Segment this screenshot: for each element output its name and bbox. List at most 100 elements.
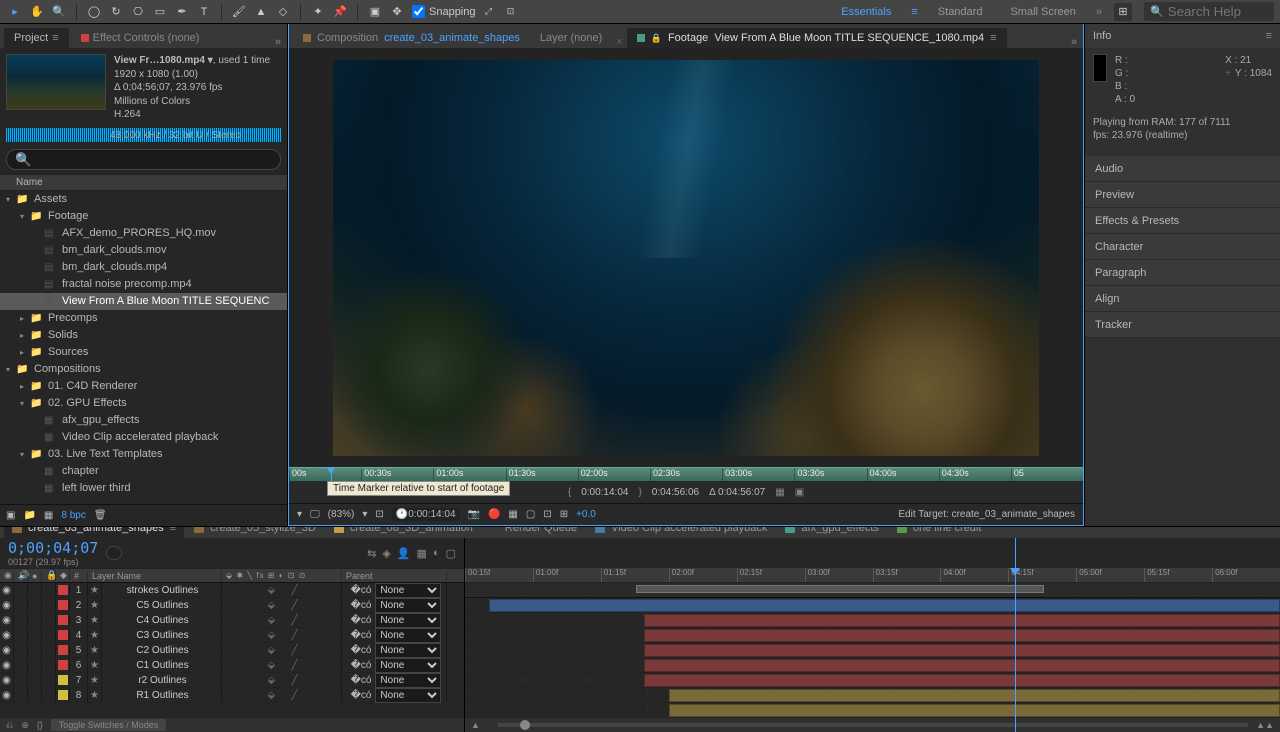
tree-item[interactable]: ▤fractal noise precomp.mp4 (0, 276, 287, 293)
composition-tab[interactable]: Composition create_03_animate_shapes (293, 28, 530, 48)
sync-settings-icon[interactable]: ⊞ (1114, 3, 1132, 21)
snap-opt-icon[interactable]: ⤢ (480, 3, 498, 21)
timeline-cti[interactable] (1015, 538, 1016, 732)
workspace-standard[interactable]: Standard (930, 4, 991, 20)
always-preview-icon[interactable]: 🖵 (310, 509, 320, 520)
tree-item[interactable]: ▸📁01. C4D Renderer (0, 378, 287, 395)
timeline-zoom-slider[interactable] (498, 723, 1248, 727)
tree-item[interactable]: ▾📁Footage (0, 208, 287, 225)
help-search-input[interactable] (1168, 4, 1268, 19)
tree-item[interactable]: ▦Video Clip accelerated playback (0, 429, 287, 446)
timeline-tab[interactable]: Render Queue (483, 527, 585, 538)
transparency-grid-icon[interactable]: ▦ (508, 509, 517, 520)
col-parent[interactable]: Parent (342, 571, 447, 581)
snap-opt2-icon[interactable]: ⊡ (502, 3, 520, 21)
delete-icon[interactable]: 🗑 (94, 510, 107, 521)
frame-blend-icon[interactable]: ▦ (417, 547, 427, 560)
tree-item[interactable]: ▤AFX_demo_PRORES_HQ.mov (0, 225, 287, 242)
viewer-overflow-icon[interactable]: » (1071, 36, 1083, 48)
puppet-tool-icon[interactable]: 📌 (331, 3, 349, 21)
timeline-tab[interactable]: create_05_stylize_3D (186, 527, 324, 538)
ripple-insert-icon[interactable]: ▦ (775, 487, 784, 498)
new-comp-icon[interactable]: ▦ (44, 510, 53, 521)
tree-item[interactable]: ▤bm_dark_clouds.mp4 (0, 259, 287, 276)
footage-tab[interactable]: 🔒Footage View From A Blue Moon TITLE SEQ… (627, 28, 1007, 48)
col-audio[interactable]: 🔊 (14, 570, 28, 581)
tree-item[interactable]: ▦afx_gpu_effects (0, 412, 287, 429)
workspace-overflow-icon[interactable]: » (1096, 6, 1102, 18)
layer-row[interactable]: ◉ 5 ★ C2 Outlines ⬙ ╱ �cóNone (0, 643, 464, 658)
selection-tool-icon[interactable]: ▸ (6, 3, 24, 21)
help-search[interactable]: 🔍 (1144, 2, 1274, 21)
comp-mini-flowchart-icon[interactable]: ⇆ (367, 547, 376, 560)
channel-icon[interactable]: 🔴 (488, 509, 500, 520)
pen-tool-icon[interactable]: ✒ (173, 3, 191, 21)
eraser-tool-icon[interactable]: ◇ (274, 3, 292, 21)
zoom-tool-icon[interactable]: 🔍 (50, 3, 68, 21)
axis-tool-icon[interactable]: ✥ (388, 3, 406, 21)
out-point-icon[interactable]: } (638, 487, 641, 498)
tree-item[interactable]: ▸📁Solids (0, 327, 287, 344)
panel-paragraph[interactable]: Paragraph (1085, 260, 1280, 286)
panel-overflow-icon[interactable]: » (275, 36, 287, 48)
type-tool-icon[interactable]: T (195, 3, 213, 21)
col-solo[interactable]: ● (28, 571, 42, 581)
exposure-value[interactable]: +0.0 (576, 509, 596, 520)
timeline-tab[interactable]: Video Clip accelerated playback (587, 527, 775, 538)
panel-character[interactable]: Character (1085, 234, 1280, 260)
timecode-box[interactable]: 🕐0:00:14:04 (392, 508, 460, 521)
shy-icon[interactable]: 👤 (397, 547, 411, 560)
tree-item[interactable]: ▾📁Assets (0, 191, 287, 208)
timeline-tab[interactable]: create_03_animate_shapes ≡ (4, 527, 184, 538)
footage-ruler[interactable]: Time Marker relative to start of footage… (289, 467, 1083, 481)
tree-item[interactable]: ▸📁Precomps (0, 310, 287, 327)
anchor-tool-icon[interactable]: ⎔ (129, 3, 147, 21)
info-tab[interactable]: Info (1093, 30, 1111, 42)
panel-effects-presets[interactable]: Effects & Presets (1085, 208, 1280, 234)
timeline-ruler[interactable]: 00:15f01:00f01:15f02:00f02:15f03:00f03:1… (465, 568, 1280, 583)
info-menu-icon[interactable]: ≡ (1266, 30, 1272, 42)
clone-tool-icon[interactable]: ▲ (252, 3, 270, 21)
panel-align[interactable]: Align (1085, 286, 1280, 312)
col-video[interactable]: ◉ (0, 570, 14, 581)
layer-row[interactable]: ◉ 7 ★ r2 Outlines ⬙ ╱ �cóNone (0, 673, 464, 688)
col-lock[interactable]: 🔒 (42, 570, 56, 581)
tree-item[interactable]: ▸📁Sources (0, 344, 287, 361)
tree-item[interactable]: ▦chapter (0, 463, 287, 480)
timeline-tab[interactable]: create_08_3D_animation (326, 527, 481, 538)
project-tab[interactable]: Project ≡ (4, 28, 69, 48)
tree-item[interactable]: ▾📁03. Live Text Templates (0, 446, 287, 463)
panel-tracker[interactable]: Tracker (1085, 312, 1280, 338)
col-index[interactable]: # (70, 571, 88, 581)
resolution-icon[interactable]: ⊡ (375, 509, 383, 520)
tree-item[interactable]: ▾📁02. GPU Effects (0, 395, 287, 412)
mask-icon[interactable]: ▢ (526, 509, 535, 520)
ruler-cti[interactable] (331, 468, 332, 481)
workspace-menu-icon[interactable]: ≡ (911, 6, 917, 18)
in-point-icon[interactable]: { (568, 487, 571, 498)
layer-row[interactable]: ◉ 6 ★ C1 Outlines ⬙ ╱ �cóNone (0, 658, 464, 673)
hand-tool-icon[interactable]: ✋ (28, 3, 46, 21)
rotate-tool-icon[interactable]: ↻ (107, 3, 125, 21)
interpret-footage-icon[interactable]: ▣ (6, 510, 15, 521)
overlay-edit-icon[interactable]: ▣ (795, 487, 804, 498)
col-layer-name[interactable]: Layer Name (88, 571, 222, 581)
layer-row[interactable]: ◉ 3 ★ C4 Outlines ⬙ ╱ �cóNone (0, 613, 464, 628)
frame-blend-row-icon[interactable]: {} (37, 720, 43, 730)
tree-item[interactable]: ▤View From A Blue Moon TITLE SEQUENC (0, 293, 287, 310)
snapshot-icon[interactable]: 📷 (468, 509, 480, 520)
region-icon[interactable]: ⊡ (543, 509, 551, 520)
project-search-input[interactable] (6, 149, 281, 170)
layer-row[interactable]: ◉ 8 ★ R1 Outlines ⬙ ╱ �cóNone (0, 688, 464, 703)
orbit-tool-icon[interactable]: ◯ (85, 3, 103, 21)
snapping-toggle[interactable]: Snapping ⤢ ⊡ (412, 3, 520, 21)
viewer-area[interactable] (289, 48, 1083, 467)
layer-tab[interactable]: Layer (none) (530, 28, 612, 48)
toggle-switches-button[interactable]: Toggle Switches / Modes (51, 719, 167, 731)
layer-row[interactable]: ◉ 4 ★ C3 Outlines ⬙ ╱ �cóNone (0, 628, 464, 643)
timeline-timecode[interactable]: 0;00;04;07 (8, 539, 98, 557)
mesh-tool-icon[interactable]: ▣ (366, 3, 384, 21)
rect-tool-icon[interactable]: ▭ (151, 3, 169, 21)
workspace-essentials[interactable]: Essentials (833, 4, 899, 20)
layer-row[interactable]: ◉ 1 ★ strokes Outlines ⬙ ╱ �cóNone (0, 583, 464, 598)
